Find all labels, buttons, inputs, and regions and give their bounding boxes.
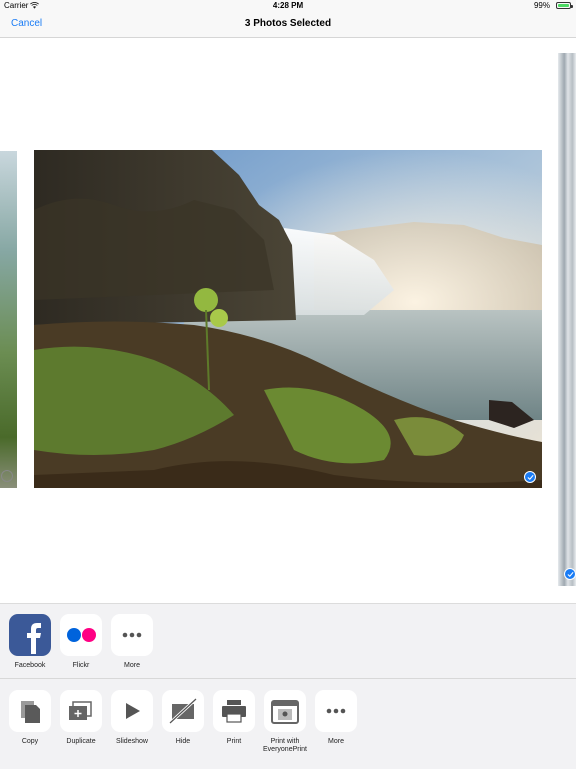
- action-duplicate[interactable]: Duplicate: [56, 690, 106, 746]
- page-title: 3 Photos Selected: [244, 18, 332, 29]
- duplicate-icon: [60, 690, 102, 732]
- share-more-apps[interactable]: More: [107, 614, 157, 670]
- battery-icon: [556, 2, 573, 9]
- play-icon: [111, 690, 153, 732]
- photo-next[interactable]: [558, 53, 576, 586]
- share-flickr-label: Flickr: [72, 662, 90, 669]
- clock: 4:28 PM: [272, 1, 304, 10]
- flickr-icon: [60, 614, 102, 656]
- selected-checkmark-icon[interactable]: [524, 471, 536, 483]
- action-duplicate-label: Duplicate: [66, 738, 96, 745]
- share-facebook[interactable]: Facebook: [5, 614, 55, 670]
- selection-circle-icon[interactable]: [1, 470, 13, 482]
- action-hide[interactable]: Hide: [158, 690, 208, 746]
- action-print[interactable]: Print: [209, 690, 259, 746]
- status-bar: Carrier 4:28 PM 99%: [0, 0, 576, 12]
- label-line-2: EveryonePrint: [263, 746, 307, 753]
- action-copy[interactable]: Copy: [5, 690, 55, 746]
- copy-icon: [9, 690, 51, 732]
- facebook-icon: [9, 614, 51, 656]
- printer-icon: [213, 690, 255, 732]
- action-print-label: Print: [226, 738, 242, 745]
- action-slideshow-label: Slideshow: [116, 738, 148, 745]
- action-copy-label: Copy: [21, 738, 39, 745]
- everyoneprint-icon: [264, 690, 306, 732]
- photo-waterfall[interactable]: [34, 150, 542, 488]
- action-more[interactable]: More: [311, 690, 361, 746]
- action-hide-label: Hide: [175, 738, 191, 745]
- more-icon: [111, 614, 153, 656]
- battery-percentage: 99%: [533, 1, 550, 10]
- action-slideshow[interactable]: Slideshow: [107, 690, 157, 746]
- selected-checkmark-icon[interactable]: [564, 568, 576, 580]
- more-icon: [315, 690, 357, 732]
- label-line-1: Print with: [270, 738, 300, 745]
- share-facebook-label: Facebook: [14, 662, 46, 669]
- share-flickr[interactable]: Flickr: [56, 614, 106, 670]
- action-print-everyoneprint[interactable]: Print with EveryonePrint: [260, 690, 310, 754]
- divider: [0, 678, 576, 679]
- navigation-bar: Cancel 3 Photos Selected: [0, 12, 576, 38]
- share-more-apps-label: More: [124, 662, 140, 669]
- share-sheet: Facebook Flickr More Copy Duplicate Slid…: [0, 603, 576, 769]
- hide-icon: [162, 690, 204, 732]
- photo-previous[interactable]: [0, 151, 17, 488]
- action-more-label: More: [328, 738, 344, 745]
- photo-carousel[interactable]: [0, 38, 576, 602]
- action-print-everyoneprint-label: Print with EveryonePrint: [260, 738, 310, 754]
